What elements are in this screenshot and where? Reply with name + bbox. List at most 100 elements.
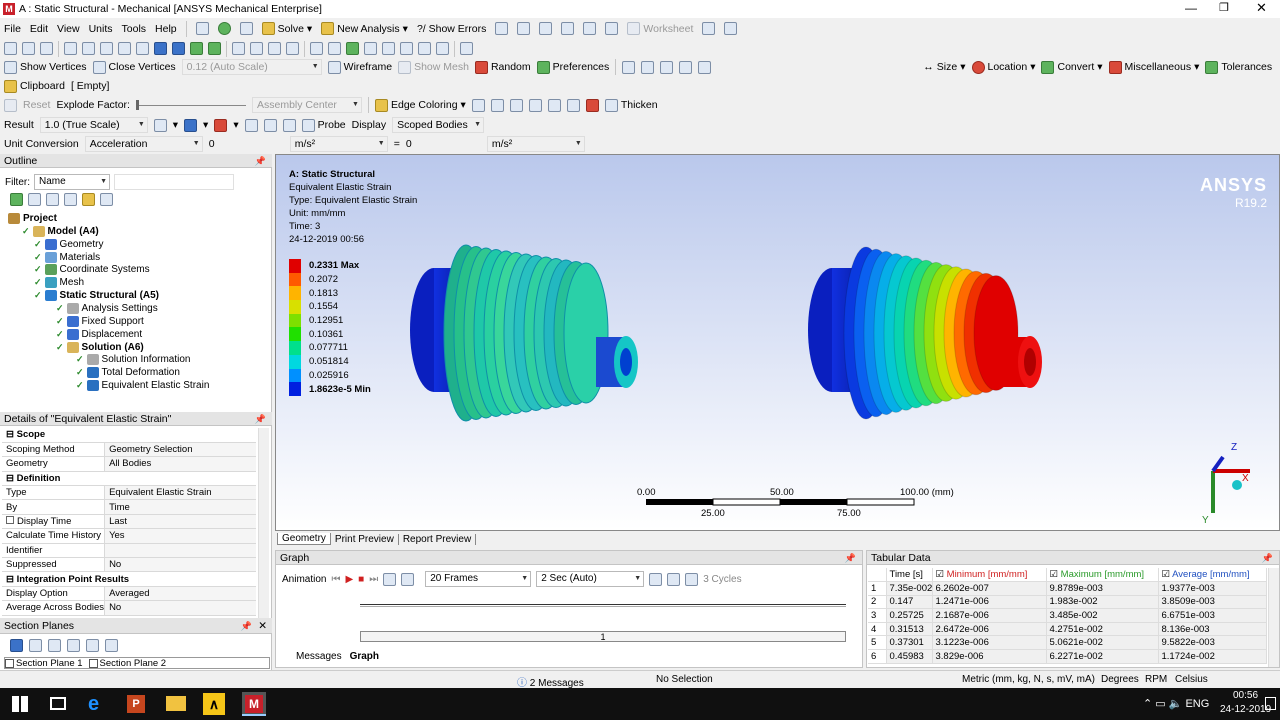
frames-icon[interactable]: [383, 572, 397, 586]
align-icon[interactable]: [698, 60, 712, 74]
menu-edit[interactable]: Edit: [30, 23, 48, 35]
tree-item[interactable]: ✓ Geometry: [34, 238, 103, 251]
details-row[interactable]: Scoping Method Geometry Selection: [2, 442, 256, 458]
tab-graph[interactable]: Graph: [350, 651, 379, 662]
tree-item[interactable]: ✓ Static Structural (A5): [34, 289, 159, 302]
info-icon[interactable]: [702, 22, 716, 35]
details-value[interactable]: Last: [104, 514, 256, 530]
reset-icon[interactable]: [4, 98, 17, 112]
tree-expand-icon[interactable]: [46, 193, 59, 206]
movie-icon[interactable]: [605, 22, 619, 35]
explode-slider[interactable]: [135, 99, 246, 110]
unit-dropdown-1[interactable]: m/s²: [289, 136, 388, 152]
rotate-icon[interactable]: [232, 42, 245, 55]
edge-coloring-button[interactable]: Edge Coloring ▾: [374, 98, 466, 112]
thicken-button[interactable]: Thicken: [604, 98, 658, 112]
node-select-icon[interactable]: [154, 42, 167, 55]
quantity-dropdown[interactable]: Acceleration: [84, 136, 203, 152]
clipboard-button[interactable]: Clipboard: [4, 79, 65, 93]
notifications-icon[interactable]: [1265, 697, 1276, 710]
export-icon[interactable]: [649, 572, 663, 586]
tree-item[interactable]: ✓ Total Deformation: [76, 366, 180, 379]
convert-button[interactable]: Convert ▾: [1041, 60, 1103, 74]
size-button[interactable]: ↔ Size ▾: [923, 61, 965, 73]
filter-input[interactable]: [114, 174, 234, 190]
table-row[interactable]: 1 7.35e-002 6.2602e-007 9.8789e-003 1.9377e-…: [868, 581, 1267, 596]
play-button[interactable]: ▶: [345, 574, 353, 585]
capping-icon[interactable]: [86, 639, 99, 652]
details-value[interactable]: No: [104, 600, 256, 616]
degrees-status[interactable]: Degrees: [1101, 674, 1139, 685]
vertex-select-icon[interactable]: [82, 42, 95, 55]
thicken-toggle-icon[interactable]: [585, 98, 599, 112]
folder-icon[interactable]: [82, 193, 95, 206]
file-explorer-icon[interactable]: [166, 696, 186, 711]
series-checkbox[interactable]: ☑: [936, 569, 947, 580]
collapse-icon[interactable]: ⊟: [6, 574, 17, 585]
align-icon[interactable]: [660, 60, 674, 74]
details-value[interactable]: All Bodies: [104, 456, 256, 472]
show-section-icon[interactable]: [67, 639, 80, 652]
face-select-icon[interactable]: [118, 42, 131, 55]
body-select-icon[interactable]: [136, 42, 149, 55]
column-header[interactable]: ☑ Maximum [mm/mm]: [1046, 568, 1159, 583]
series-checkbox[interactable]: ☑: [1050, 569, 1061, 580]
details-row[interactable]: Calculate Time History Yes: [2, 528, 256, 544]
unit-dropdown-2[interactable]: m/s²: [486, 136, 585, 152]
column-header[interactable]: ☑ Average [mm/mm]: [1158, 568, 1267, 583]
chart-icon[interactable]: [517, 22, 531, 35]
details-value[interactable]: Time: [104, 499, 256, 515]
plus-icon[interactable]: [64, 193, 77, 206]
value-input-1[interactable]: 0: [209, 138, 284, 150]
rpm-status[interactable]: RPM: [1145, 674, 1167, 685]
collapse-icon[interactable]: ⊟: [6, 473, 17, 484]
delete-section-icon[interactable]: [48, 639, 61, 652]
tree-item[interactable]: ✓ Analysis Settings: [56, 302, 158, 315]
table-row[interactable]: 5 0.37301 3.1223e-006 5.0621e-002 9.5822e-00…: [868, 635, 1267, 651]
collapse-icon[interactable]: ⊟: [6, 429, 17, 440]
camera-icon[interactable]: [583, 22, 597, 35]
tree-item[interactable]: ✓ Fixed Support: [56, 315, 144, 328]
column-header[interactable]: Time [s]: [886, 568, 933, 583]
align-icon[interactable]: [641, 60, 655, 74]
clock-time[interactable]: 00:56: [1233, 690, 1258, 701]
powerpoint-icon[interactable]: P: [127, 695, 145, 713]
zoom-graph-icon[interactable]: [667, 572, 681, 586]
select-mode-icon[interactable]: [64, 42, 77, 55]
section-plane-1[interactable]: Section Plane 1: [5, 658, 83, 669]
table-row[interactable]: 3 0.25725 2.1687e-006 3.485e-002 6.6751e-003: [868, 608, 1267, 623]
value-input-2[interactable]: 0: [406, 138, 481, 150]
unit-system-status[interactable]: Metric (mm, kg, N, s, mV, mA): [962, 674, 1095, 685]
close-icon[interactable]: ✕: [258, 618, 267, 634]
tab-report-preview[interactable]: Report Preview: [399, 533, 477, 545]
details-row[interactable]: Average Across Bodies No: [2, 600, 256, 616]
tree-item[interactable]: ✓ Equivalent Elastic Strain: [76, 379, 209, 392]
geometry-display-icon[interactable]: [153, 118, 167, 132]
next-frame-icon[interactable]: ⏭: [369, 574, 378, 585]
tree-item[interactable]: ✓ Solution Information: [76, 353, 191, 366]
miscellaneous-button[interactable]: Miscellaneous ▾: [1108, 60, 1199, 74]
zoom-icon[interactable]: [268, 42, 281, 55]
table-row[interactable]: 2 0.147 1.2471e-006 1.983e-002 3.8509e-003: [868, 595, 1267, 610]
maximize-button[interactable]: ❐: [1219, 1, 1229, 14]
document-icon[interactable]: [539, 22, 553, 35]
show-errors-button[interactable]: ?/ Show Errors: [417, 23, 486, 35]
clock-date[interactable]: 24-12-2019: [1220, 704, 1271, 715]
edge-style-icon[interactable]: [528, 98, 542, 112]
probe-button[interactable]: Probe: [301, 118, 346, 132]
edge-browser-icon[interactable]: e: [88, 693, 99, 716]
next-view-icon[interactable]: [400, 42, 413, 55]
checkbox[interactable]: [88, 658, 98, 668]
pan-icon[interactable]: [250, 42, 263, 55]
tag-icon[interactable]: [724, 22, 738, 35]
show-vertices-button[interactable]: Show Vertices: [4, 60, 87, 74]
reset-button[interactable]: Reset: [23, 99, 50, 111]
pin-icon[interactable]: [566, 98, 580, 112]
grid-icon[interactable]: [495, 22, 509, 35]
max-icon[interactable]: [263, 118, 277, 132]
tree-item[interactable]: Project: [8, 212, 57, 225]
random-button[interactable]: Random: [474, 60, 531, 74]
graphics-viewport[interactable]: A: Static Structural Equivalent Elastic S…: [275, 154, 1280, 531]
previous-frame-icon[interactable]: ⏮: [331, 574, 340, 585]
edge-style-icon[interactable]: [490, 98, 504, 112]
